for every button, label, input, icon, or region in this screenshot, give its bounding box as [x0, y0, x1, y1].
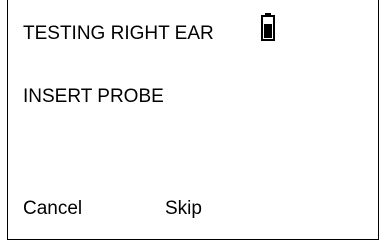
cancel-softkey[interactable]: Cancel	[23, 198, 82, 220]
battery-icon	[261, 13, 275, 41]
status-text: TESTING RIGHT EAR	[23, 23, 214, 44]
skip-softkey[interactable]: Skip	[165, 198, 202, 220]
device-screen: TESTING RIGHT EAR INSERT PROBE Cancel Sk…	[7, 0, 379, 240]
probe-instruction: INSERT PROBE	[23, 86, 164, 107]
